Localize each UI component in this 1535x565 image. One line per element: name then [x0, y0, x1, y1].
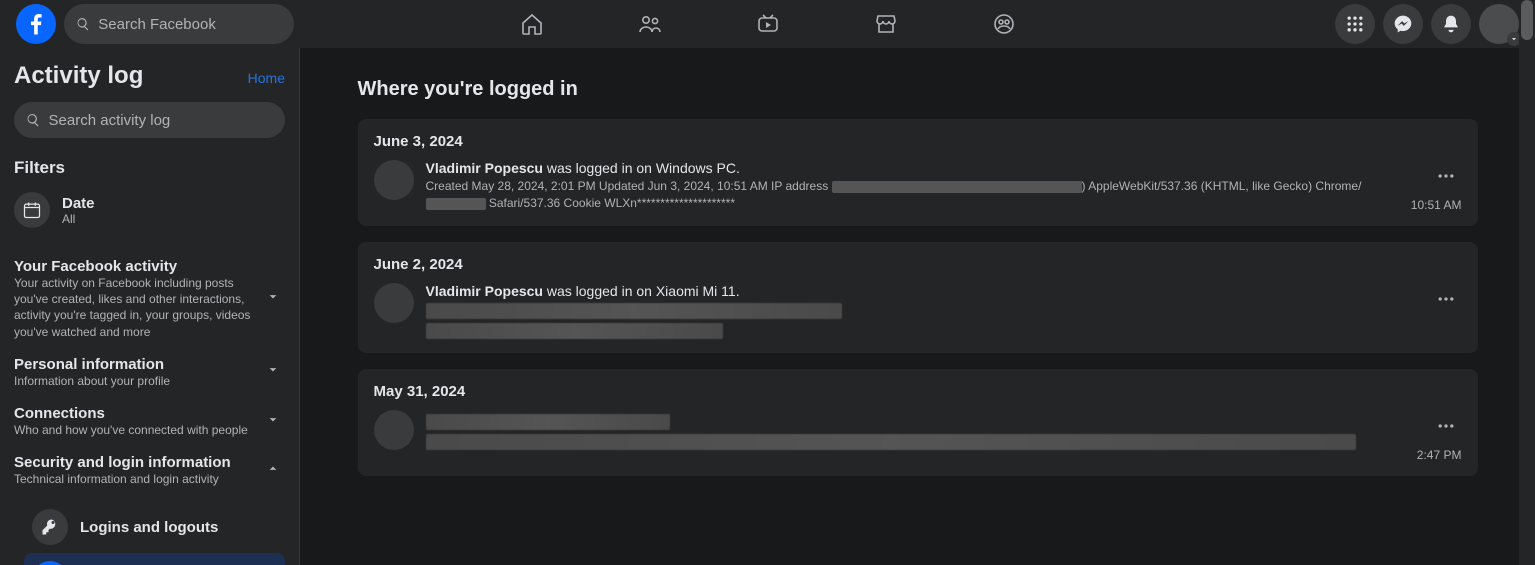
calendar-icon [14, 192, 50, 228]
tab-video[interactable] [713, 0, 823, 48]
groups-icon [992, 12, 1016, 36]
grid-icon [1345, 14, 1365, 34]
date-filter-value: All [62, 212, 95, 226]
messenger-button[interactable] [1383, 4, 1423, 44]
login-session-card: June 2, 2024 Vladimir Popescu was logged… [358, 242, 1478, 353]
avatar [374, 410, 414, 450]
session-date: May 31, 2024 [374, 383, 1462, 400]
date-filter[interactable]: Date All [14, 186, 285, 234]
facebook-logo[interactable] [16, 4, 56, 44]
friends-icon [638, 12, 662, 36]
login-session-card: June 3, 2024 Vladimir Popescu was logged… [358, 119, 1478, 226]
more-icon [1436, 289, 1456, 309]
sidebar: Activity log Home Filters Date All Your … [0, 48, 300, 565]
tab-friends[interactable] [595, 0, 705, 48]
messenger-icon [1393, 14, 1413, 34]
facebook-f-icon [22, 10, 50, 38]
bell-icon [1441, 14, 1461, 34]
date-filter-label: Date [62, 195, 95, 212]
activity-log-search-input[interactable] [49, 112, 273, 129]
search-icon [76, 16, 90, 32]
video-icon [756, 12, 780, 36]
avatar [374, 160, 414, 200]
notifications-button[interactable] [1431, 4, 1471, 44]
filter-your-activity[interactable]: Your Facebook activity Your activity on … [14, 250, 285, 348]
global-search-input[interactable] [98, 16, 282, 33]
tab-marketplace[interactable] [831, 0, 941, 48]
session-description: Vladimir Popescu was logged in on Xiaomi… [426, 283, 1418, 299]
filters-heading: Filters [14, 158, 285, 178]
tab-groups[interactable] [949, 0, 1059, 48]
session-options-button[interactable] [1430, 160, 1462, 192]
session-date: June 2, 2024 [374, 256, 1462, 273]
sidebar-title: Activity log [14, 62, 143, 90]
home-link[interactable]: Home [248, 70, 285, 86]
home-icon [520, 12, 544, 36]
session-time: 10:51 AM [1411, 198, 1462, 212]
key-icon [32, 509, 68, 545]
key-icon [32, 561, 68, 565]
sidebar-item-logins-logouts[interactable]: Logins and logouts [24, 501, 285, 553]
marketplace-icon [874, 12, 898, 36]
filter-connections[interactable]: Connections Who and how you've connected… [14, 397, 285, 446]
more-icon [1436, 166, 1456, 186]
session-details: Created May 28, 2024, 2:01 PM Updated Ju… [426, 178, 1399, 212]
chevron-down-icon [265, 362, 281, 383]
sidebar-item-where-logged-in[interactable]: Where you're logged in [24, 553, 285, 565]
search-icon [26, 112, 41, 128]
chevron-down-icon [265, 288, 281, 309]
activity-log-search[interactable] [14, 102, 285, 138]
global-search[interactable] [64, 4, 294, 44]
more-icon [1436, 416, 1456, 436]
login-session-card: May 31, 2024 2:47 PM [358, 369, 1478, 476]
main-content: Where you're logged in June 3, 2024 Vlad… [300, 48, 1535, 565]
chevron-down-icon [265, 411, 281, 432]
tab-home[interactable] [477, 0, 587, 48]
page-title: Where you're logged in [358, 78, 1478, 101]
session-options-button[interactable] [1430, 410, 1462, 442]
account-menu[interactable] [1479, 4, 1519, 44]
session-options-button[interactable] [1430, 283, 1462, 315]
session-date: June 3, 2024 [374, 133, 1462, 150]
filter-personal-info[interactable]: Personal information Information about y… [14, 348, 285, 397]
menu-grid-button[interactable] [1335, 4, 1375, 44]
filter-security-login[interactable]: Security and login information Technical… [14, 446, 285, 495]
chevron-up-icon [265, 460, 281, 481]
session-description: Vladimir Popescu was logged in on Window… [426, 160, 1399, 176]
avatar [374, 283, 414, 323]
scrollbar[interactable] [1519, 0, 1535, 565]
session-time: 2:47 PM [1417, 448, 1462, 462]
